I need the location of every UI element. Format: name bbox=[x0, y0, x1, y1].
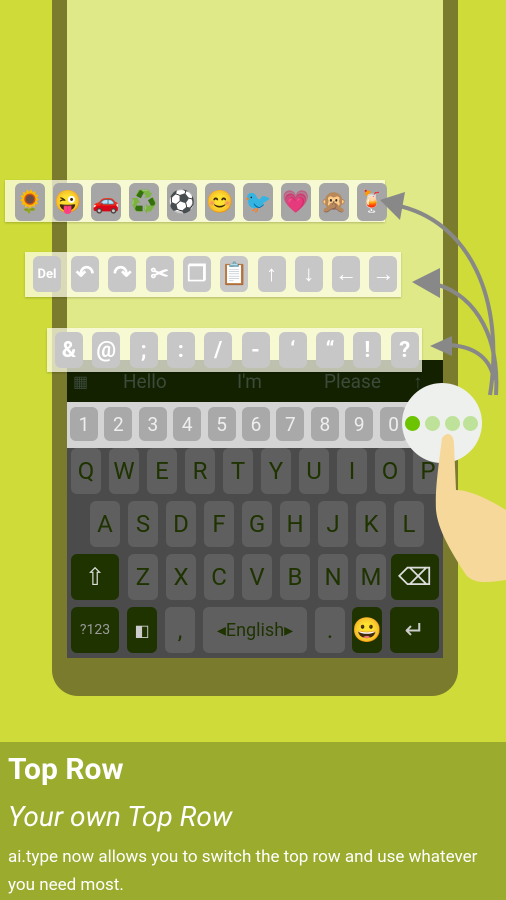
feature-description: ai.type now allows you to switch the top… bbox=[8, 847, 478, 895]
arrows-illustration bbox=[380, 192, 499, 396]
feature-title: Top Row bbox=[8, 752, 124, 787]
feature-subtitle: Your own Top Row bbox=[8, 800, 233, 833]
page-dot[interactable] bbox=[445, 416, 460, 431]
page-dot[interactable] bbox=[463, 416, 478, 431]
page-dot[interactable] bbox=[425, 416, 440, 431]
pointing-hand-illustration bbox=[435, 433, 506, 583]
arrow-to-emoji-row bbox=[394, 203, 496, 396]
arrow-to-symbol-row bbox=[444, 343, 496, 381]
page-dot-active[interactable] bbox=[405, 416, 420, 431]
